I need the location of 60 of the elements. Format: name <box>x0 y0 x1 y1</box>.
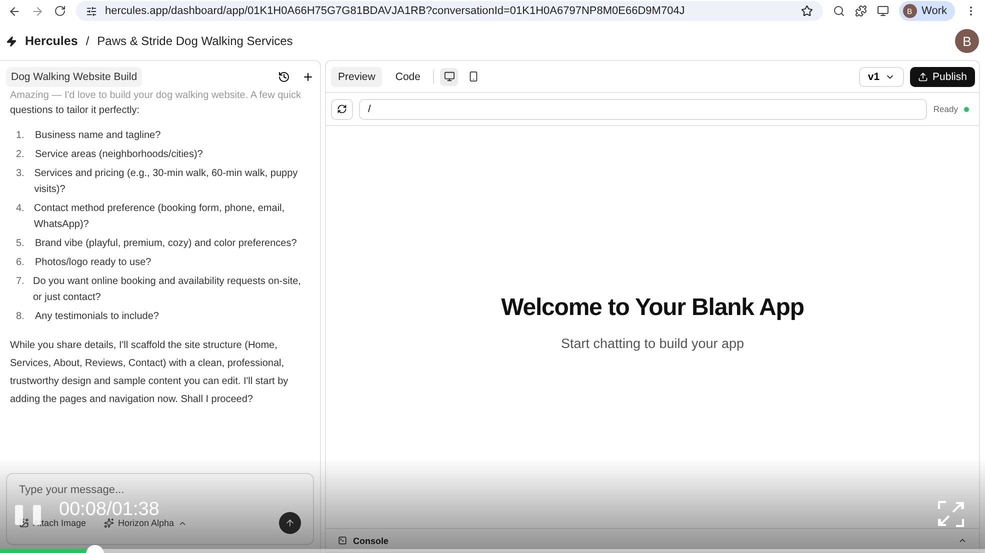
phone-icon <box>468 71 479 82</box>
list-number: 7. <box>16 275 25 289</box>
list-number: 3. <box>16 167 26 181</box>
list-number: 1. <box>16 129 26 143</box>
message-text: While you share details, I'll scaffold the site structure (Home, Services, About, Reviews, Contact) with a clean, professional, trustworthy design and sample content you can edit. I'll start by adding the pages and navigation now. Shall I proceed? <box>9 339 290 407</box>
project-name: Paws & Stride Dog Walking Services <box>97 34 293 48</box>
chat-title: Dog Walking Website Build <box>6 67 142 87</box>
welcome-heading: Welcome to Your Blank App <box>501 294 804 322</box>
avatar[interactable]: B <box>955 29 979 53</box>
message-text: questions to tailor it perfectly: <box>9 104 141 118</box>
reload-icon[interactable] <box>54 5 66 17</box>
separator: / <box>86 34 90 48</box>
tab[interactable]: Code <box>388 66 428 86</box>
status-dot <box>964 106 969 112</box>
attach-image-button[interactable]: Attach Image <box>19 518 86 528</box>
list-item-text: Brand vibe (playful, premium, cozy) and color preferences? <box>35 237 297 251</box>
list-item-text: Do you want online booking and availability requests on-site, or just contact? <box>33 275 302 305</box>
list-number: 2. <box>16 148 26 162</box>
site-settings-icon[interactable] <box>86 6 97 16</box>
refresh-icon <box>337 104 347 114</box>
version-dropdown[interactable]: v1 <box>858 66 904 86</box>
list-item-text: Service areas (neighborhoods/cities)? <box>35 148 203 162</box>
bookmark-icon[interactable] <box>800 5 813 17</box>
refresh-button[interactable] <box>331 98 353 120</box>
search-icon[interactable] <box>832 5 845 17</box>
brand-name[interactable]: Hercules <box>25 34 78 48</box>
arrow-up-icon <box>285 517 295 529</box>
image-icon <box>19 518 29 528</box>
upload-icon <box>918 72 928 82</box>
console-bar[interactable]: Console <box>326 528 979 552</box>
list-item-text: Photos/logo ready to use? <box>35 256 152 270</box>
list-number: 4. <box>16 202 26 216</box>
welcome-subheading: Start chatting to build your app <box>560 336 744 350</box>
plus-icon[interactable] <box>302 71 314 83</box>
list-item-text: Any testimonials to include? <box>35 310 159 324</box>
puzzle-icon[interactable] <box>854 5 867 17</box>
tab[interactable]: Preview <box>331 66 382 86</box>
list-number: 5. <box>16 237 26 251</box>
model-selector[interactable]: Horizon Alpha <box>104 518 188 528</box>
path-field[interactable]: / <box>359 98 928 120</box>
list-item-text: Business name and tagline? <box>35 129 161 143</box>
list-number: 6. <box>16 256 26 270</box>
back-icon[interactable] <box>8 4 21 18</box>
forward-icon[interactable] <box>31 4 44 18</box>
address-bar[interactable]: hercules.app/dashboard/app/01K1H0A66H75G7G81BDAVJA1RB?conversationId=01K1H0A6797NP8M0E66D9M704J <box>76 1 823 21</box>
desktop-view-button[interactable] <box>440 68 458 86</box>
caret-icon <box>958 536 967 545</box>
monitor-icon <box>444 71 455 82</box>
publish-button[interactable]: Publish <box>910 66 975 86</box>
list-number: 8. <box>16 310 26 324</box>
sparkle-icon <box>104 518 114 528</box>
bolt-icon <box>6 36 17 46</box>
playback-time: 00:08/01:38 <box>59 500 160 520</box>
message-text: Amazing — I'd love to build your dog walking website. A few quick <box>9 89 302 103</box>
send-button[interactable] <box>279 512 301 534</box>
status-text: Ready <box>933 104 958 114</box>
terminal-icon <box>338 536 347 545</box>
history-icon[interactable] <box>278 71 290 83</box>
list-item-text: Contact method preference (booking form, phone, email, WhatsApp)? <box>34 202 286 232</box>
list-item-text: Services and pricing (e.g., 30-min walk, 60-min walk, puppy visits)? <box>34 167 299 197</box>
